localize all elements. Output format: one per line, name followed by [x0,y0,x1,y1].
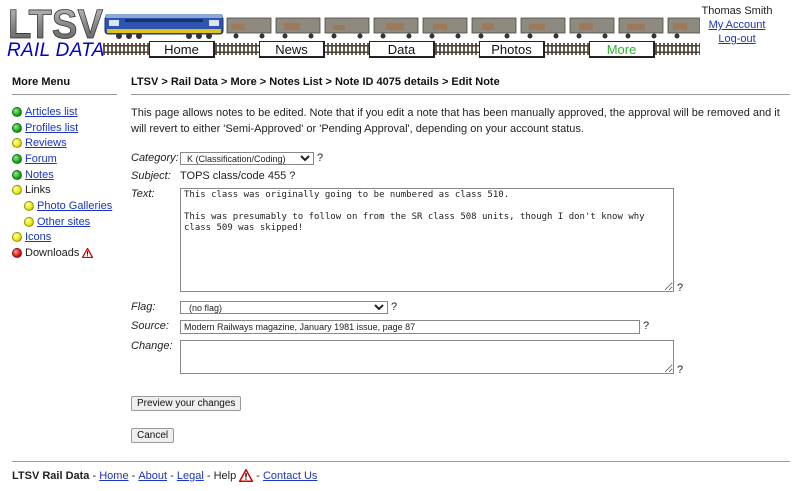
status-dot-green-icon [12,122,22,133]
status-dot-red-icon [12,248,22,259]
text-label: Text: [131,188,155,200]
sidebar-item-photo-galleries[interactable]: Photo Galleries [12,198,120,214]
footer-about-link[interactable]: About [138,470,167,482]
sidebar-item-label[interactable]: Icons [25,231,51,243]
nav-home[interactable]: Home [149,41,215,58]
footer-separator: - [203,469,214,482]
account-panel: Thomas Smith My Account Log-out [692,4,782,46]
note-text-area[interactable]: This class was originally going to be nu… [180,188,674,292]
flag-label: Flag: [131,301,156,313]
sidebar-item-label[interactable]: Notes [25,169,54,181]
sidebar-item-label[interactable]: Photo Galleries [37,200,112,212]
sidebar-item-label[interactable]: Other sites [37,216,90,228]
cancel-button[interactable]: Cancel [131,428,175,443]
status-dot-yellow-icon [12,185,22,196]
change-row: Change: ? [131,340,683,376]
sidebar-item-articles-list[interactable]: Articles list [12,104,120,120]
status-dot-green-icon [12,169,22,180]
category-help[interactable]: ? [317,152,323,164]
status-dot-yellow-icon [12,232,22,243]
change-label: Change: [131,340,173,352]
source-row: Source: ? [131,320,649,334]
category-row: Category: K (Classification/Coding) ? [131,152,323,165]
flag-help[interactable]: ? [391,301,397,313]
footer-legal-link[interactable]: Legal [177,470,204,482]
train-banner-image [104,14,700,39]
sidebar-item-label[interactable]: Articles list [25,106,78,118]
sidebar-item-profiles-list[interactable]: Profiles list [12,120,120,136]
status-dot-yellow-icon [24,200,34,211]
sidebar-divider [12,94,117,95]
category-select[interactable]: K (Classification/Coding) [180,152,314,165]
sidebar-item-other-sites[interactable]: Other sites [12,214,120,230]
sidebar-item-icons[interactable]: Icons [12,230,120,246]
nav-more[interactable]: More [589,41,655,58]
subject-row: Subject: TOPS class/code 455 ? [131,170,295,182]
nav-news[interactable]: News [259,41,325,58]
change-text-area[interactable] [180,340,674,374]
ltsv-logo[interactable]: LTSV [7,3,104,43]
status-dot-green-icon [12,153,22,164]
source-help[interactable]: ? [643,320,649,332]
preview-changes-button[interactable]: Preview your changes [131,396,242,411]
help-warning-icon[interactable] [239,469,254,482]
sidebar: More Menu Articles list Profiles list Re… [12,76,120,261]
source-input[interactable] [180,320,640,334]
footer: LTSV Rail Data - Home - About - Legal - … [12,469,317,482]
logout-link[interactable]: Log-out [692,32,782,46]
footer-divider [12,461,790,462]
footer-separator: - [167,469,177,482]
footer-help-label: Help [213,469,237,482]
logo-subtitle: RAIL DATA [7,40,105,61]
intro-text: This page allows notes to be edited. Not… [131,107,780,135]
source-label: Source: [131,320,169,332]
sidebar-item-label[interactable]: Profiles list [25,122,78,134]
category-label: Category: [131,152,179,164]
change-help[interactable]: ? [677,364,683,376]
footer-separator: - [128,469,139,482]
sidebar-item-downloads: Downloads [12,245,120,261]
footer-site-name: LTSV Rail Data [12,469,90,482]
subject-label: Subject: [131,170,171,182]
flag-row: Flag: (no flag) ? [131,301,397,314]
sidebar-item-reviews[interactable]: Reviews [12,135,120,151]
sidebar-item-label: Downloads [25,247,80,260]
warning-icon [82,248,94,259]
flag-select[interactable]: (no flag) [180,301,388,314]
logo-text: LTSV [8,3,104,43]
sidebar-item-label[interactable]: Forum [25,153,57,165]
nav-photos[interactable]: Photos [479,41,545,58]
text-help[interactable]: ? [677,282,683,294]
nav-data[interactable]: Data [369,41,435,58]
sidebar-title: More Menu [12,76,71,88]
sidebar-item-forum[interactable]: Forum [12,151,120,167]
my-account-link[interactable]: My Account [692,18,782,32]
site-header: LTSV RAIL DATA Home News Data Photos Mor… [0,0,800,66]
status-dot-yellow-icon [12,138,22,149]
main-content: LTSV > Rail Data > More > Notes List > N… [131,76,790,443]
footer-contact-link[interactable]: Contact Us [263,470,317,482]
sidebar-item-links: Links [12,182,120,198]
text-row: Text: This class was originally going to… [131,188,683,294]
breadcrumb-divider [131,94,790,95]
user-name: Thomas Smith [701,5,773,17]
status-dot-yellow-icon [24,216,34,227]
breadcrumb: LTSV > Rail Data > More > Notes List > N… [131,76,500,88]
subject-value: TOPS class/code 455 [180,170,287,182]
sidebar-item-label: Links [25,184,51,197]
sidebar-item-label[interactable]: Reviews [25,137,67,149]
footer-separator: - [253,469,263,482]
status-dot-green-icon [12,106,22,117]
sidebar-item-notes[interactable]: Notes [12,167,120,183]
subject-help[interactable]: ? [289,170,295,182]
footer-home-link[interactable]: Home [99,470,128,482]
footer-separator: - [89,469,100,482]
